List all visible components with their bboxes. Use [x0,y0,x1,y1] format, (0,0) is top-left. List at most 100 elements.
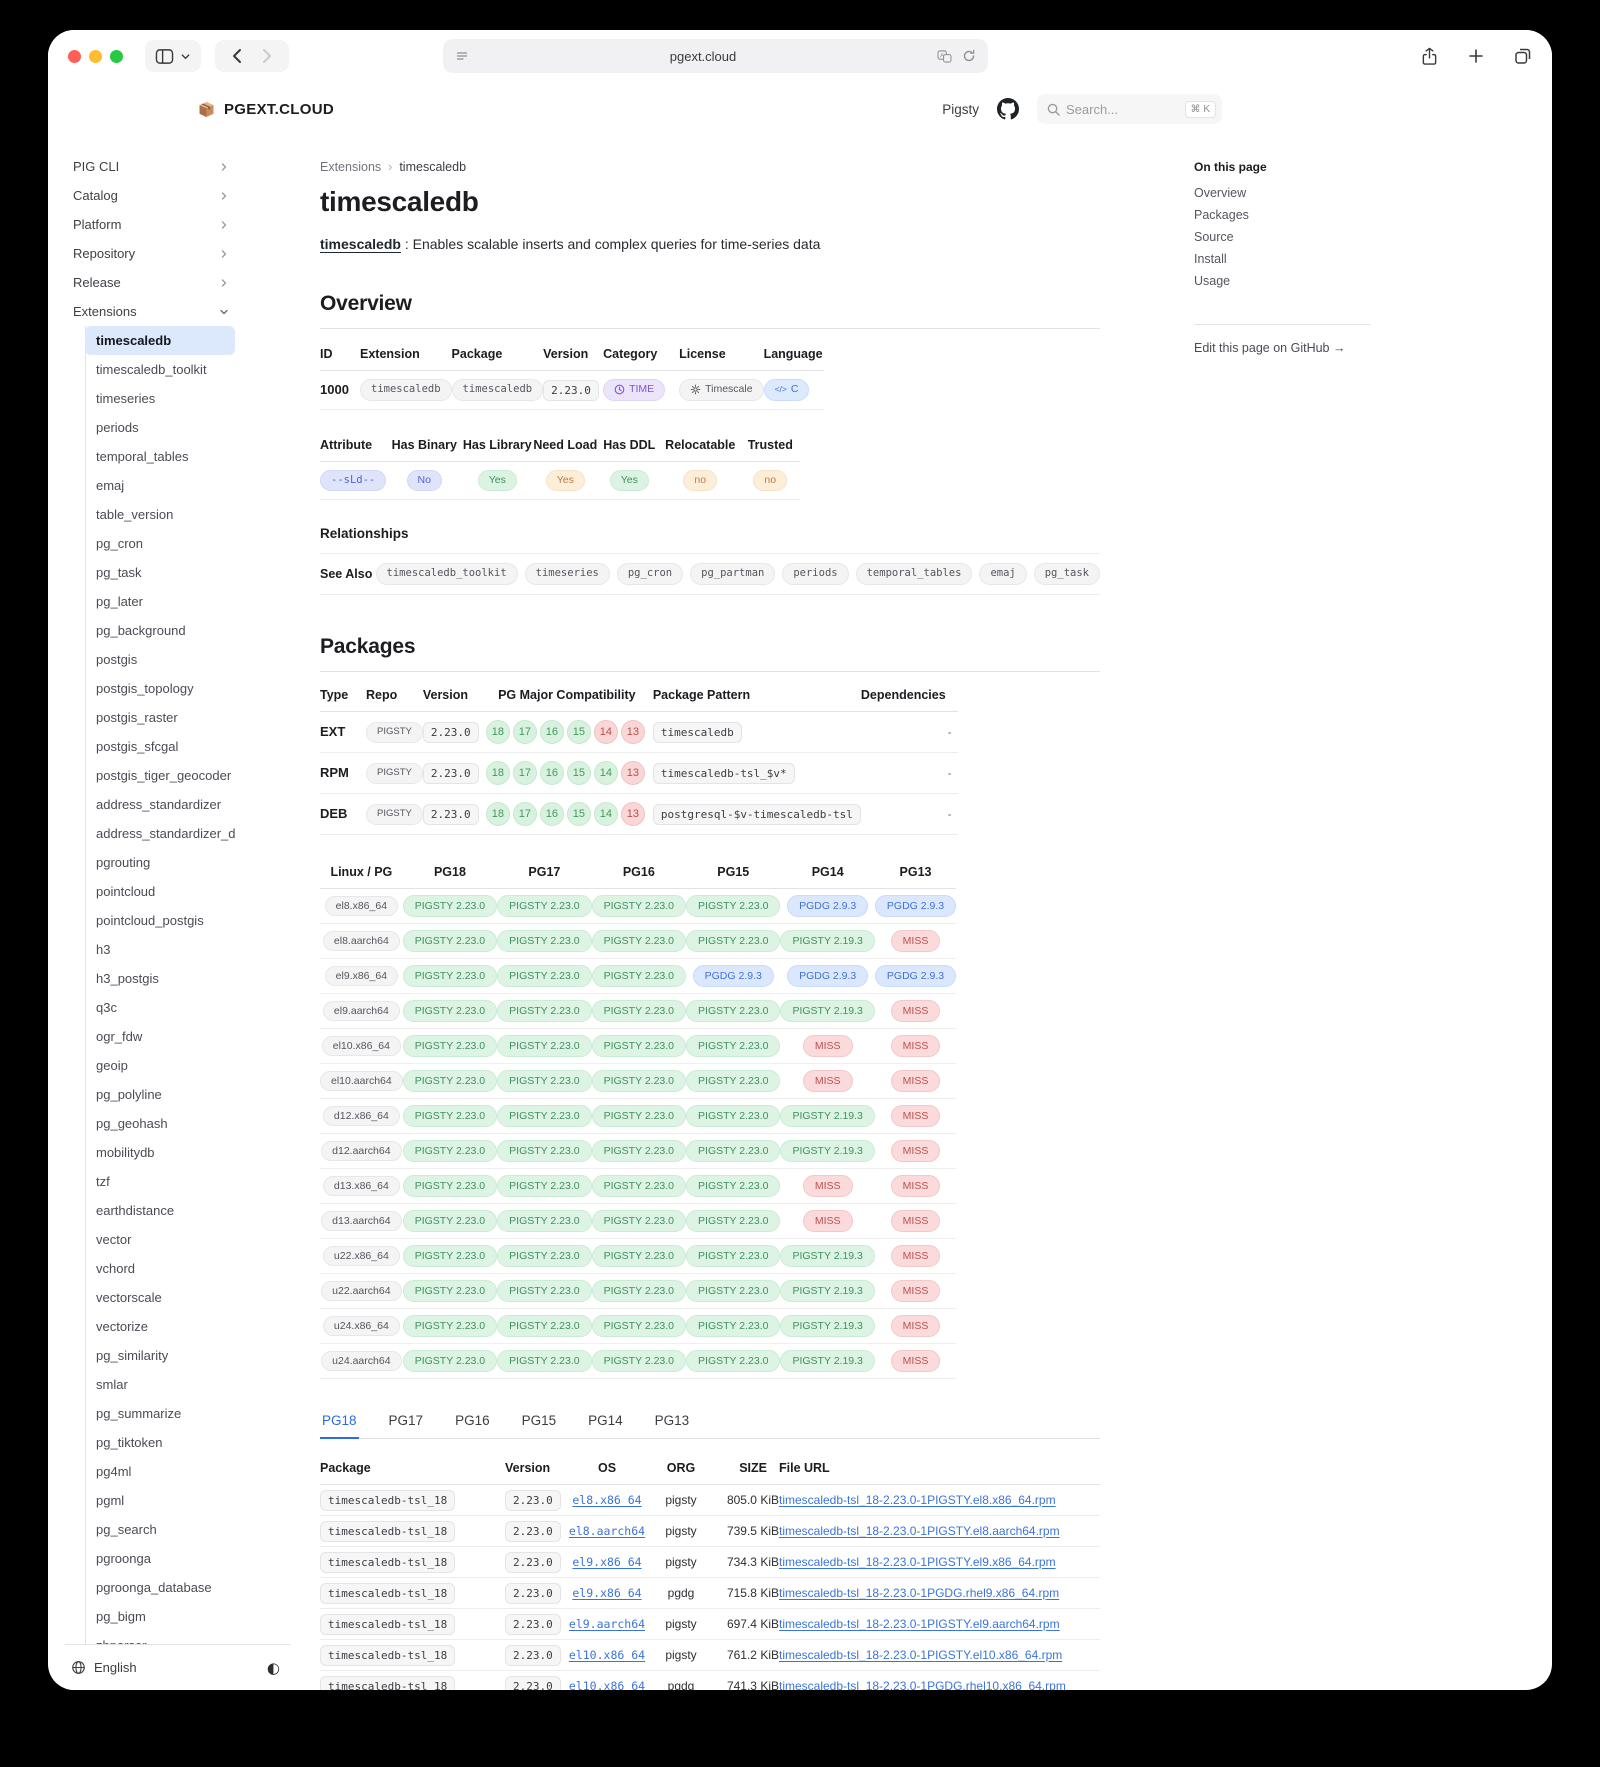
reload-icon[interactable] [962,49,976,63]
sidebar-item-pgroonga-database[interactable]: pgroonga_database [86,1573,236,1602]
sidebar-item-timeseries[interactable]: timeseries [86,384,236,413]
sidebar-item-timescaledb-toolkit[interactable]: timescaledb_toolkit [86,355,236,384]
see-also-tag-timeseries[interactable]: timeseries [524,563,610,585]
tab-pg18[interactable]: PG18 [320,1407,359,1439]
reader-icon[interactable] [455,49,469,63]
category-badge[interactable]: TIME [603,379,666,401]
tab-pg15[interactable]: PG15 [520,1407,559,1438]
sidebar-item-pg-geohash[interactable]: pg_geohash [86,1109,236,1138]
tab-pg16[interactable]: PG16 [453,1407,492,1438]
toc-item-install[interactable]: Install [1194,248,1370,270]
file-url-link[interactable]: timescaledb-tsl_18-2.23.0-1PIGSTY.el9.aa… [779,1617,1060,1631]
file-os-link[interactable]: el9.x86_64 [572,1586,641,1600]
see-also-tag-emaj[interactable]: emaj [979,563,1027,585]
minimize-window-button[interactable] [89,49,102,63]
sidebar-group-extensions[interactable]: Extensions [65,297,235,326]
sidebar-item-pgrouting[interactable]: pgrouting [86,848,236,877]
sidebar-item-vector[interactable]: vector [86,1225,236,1254]
sidebar-item-pg4ml[interactable]: pg4ml [86,1457,236,1486]
file-url-link[interactable]: timescaledb-tsl_18-2.23.0-1PIGSTY.el10.x… [779,1648,1062,1662]
sidebar-item-pg-background[interactable]: pg_background [86,616,236,645]
sidebar-item-pointcloud[interactable]: pointcloud [86,877,236,906]
sidebar-toggle-icon[interactable] [155,48,174,65]
file-os-link[interactable]: el9.x86_64 [572,1555,641,1569]
file-os-link[interactable]: el10.x86_64 [569,1679,645,1690]
sidebar-item-vchord[interactable]: vchord [86,1254,236,1283]
sidebar-item-pg-similarity[interactable]: pg_similarity [86,1341,236,1370]
sidebar-item-pg-search[interactable]: pg_search [86,1515,236,1544]
file-os-link[interactable]: el9.aarch64 [569,1617,645,1631]
forward-button[interactable] [255,48,279,64]
sidebar-item-postgis-topology[interactable]: postgis_topology [86,674,236,703]
tab-pg13[interactable]: PG13 [653,1407,692,1438]
sidebar-item-pointcloud-postgis[interactable]: pointcloud_postgis [86,906,236,935]
sidebar-item-periods[interactable]: periods [86,413,236,442]
sidebar-item-postgis-raster[interactable]: postgis_raster [86,703,236,732]
chevron-down-icon[interactable] [180,51,191,62]
sidebar-item-earthdistance[interactable]: earthdistance [86,1196,236,1225]
search-input[interactable]: Search... ⌘ K [1037,94,1222,124]
file-url-link[interactable]: timescaledb-tsl_18-2.23.0-1PIGSTY.el8.aa… [779,1524,1060,1538]
sidebar-item-postgis-tiger-geocoder[interactable]: postgis_tiger_geocoder [86,761,236,790]
sidebar-item-ogr-fdw[interactable]: ogr_fdw [86,1022,236,1051]
sidebar-group-pig-cli[interactable]: PIG CLI [65,152,235,181]
close-window-button[interactable] [68,49,81,63]
sidebar-item-temporal-tables[interactable]: temporal_tables [86,442,236,471]
sidebar-item-pg-summarize[interactable]: pg_summarize [86,1399,236,1428]
see-also-tag-timescaledb-toolkit[interactable]: timescaledb_toolkit [375,563,518,585]
sidebar-item-address-standardizer-data-us[interactable]: address_standardizer_data_us [86,819,236,848]
sidebar-item-q3c[interactable]: q3c [86,993,236,1022]
see-also-tag-pg-partman[interactable]: pg_partman [690,563,776,585]
sidebar-item-timescaledb[interactable]: timescaledb [85,326,235,355]
language-selector[interactable]: English [94,1660,137,1675]
share-icon[interactable] [1421,47,1438,66]
sidebar-item-mobilitydb[interactable]: mobilitydb [86,1138,236,1167]
theme-toggle-icon[interactable]: ◐ [267,1659,280,1677]
sidebar-item-vectorscale[interactable]: vectorscale [86,1283,236,1312]
file-url-link[interactable]: timescaledb-tsl_18-2.23.0-1PIGSTY.el9.x8… [779,1555,1056,1569]
pigsty-link[interactable]: Pigsty [942,102,979,117]
tab-pg17[interactable]: PG17 [387,1407,426,1438]
sidebar-item-postgis[interactable]: postgis [86,645,236,674]
file-url-link[interactable]: timescaledb-tsl_18-2.23.0-1PGDG.rhel9.x8… [779,1586,1059,1600]
see-also-tag-pg-cron[interactable]: pg_cron [616,563,684,585]
new-tab-icon[interactable] [1468,48,1484,64]
toc-item-source[interactable]: Source [1194,226,1370,248]
tab-pg14[interactable]: PG14 [586,1407,625,1438]
sidebar-item-pg-bigm[interactable]: pg_bigm [86,1602,236,1631]
file-url-link[interactable]: timescaledb-tsl_18-2.23.0-1PGDG.rhel10.x… [779,1679,1066,1690]
sidebar-item-zhparser[interactable]: zhparser [86,1631,236,1644]
toc-item-overview[interactable]: Overview [1194,182,1370,204]
toc-item-usage[interactable]: Usage [1194,270,1370,292]
sidebar-item-pgml[interactable]: pgml [86,1486,236,1515]
extension-link[interactable]: timescaledb [320,236,401,252]
translate-icon[interactable]: A [937,49,952,63]
sidebar-item-geoip[interactable]: geoip [86,1051,236,1080]
see-also-tag-periods[interactable]: periods [782,563,849,585]
sidebar-item-pgroonga[interactable]: pgroonga [86,1544,236,1573]
sidebar-item-pg-tiktoken[interactable]: pg_tiktoken [86,1428,236,1457]
back-button[interactable] [225,48,249,64]
edit-page-link[interactable]: Edit this page on GitHub → [1194,341,1370,355]
sidebar-group-platform[interactable]: Platform [65,210,235,239]
file-os-link[interactable]: el8.x86_64 [572,1493,641,1507]
zoom-window-button[interactable] [110,49,123,63]
tab-overview-icon[interactable] [1514,47,1532,65]
sidebar-item-h3-postgis[interactable]: h3_postgis [86,964,236,993]
sidebar-item-tzf[interactable]: tzf [86,1167,236,1196]
file-os-link[interactable]: el8.aarch64 [569,1524,645,1538]
sidebar-item-pg-cron[interactable]: pg_cron [86,529,236,558]
sidebar-item-table-version[interactable]: table_version [86,500,236,529]
sidebar-item-pg-later[interactable]: pg_later [86,587,236,616]
sidebar-group-repository[interactable]: Repository [65,239,235,268]
sidebar-group-catalog[interactable]: Catalog [65,181,235,210]
sidebar-group-release[interactable]: Release [65,268,235,297]
sidebar-item-pg-task[interactable]: pg_task [86,558,236,587]
sidebar-item-pg-polyline[interactable]: pg_polyline [86,1080,236,1109]
see-also-tag-pg-task[interactable]: pg_task [1033,563,1100,585]
sidebar-item-address-standardizer[interactable]: address_standardizer [86,790,236,819]
license-badge[interactable]: Timescale [679,379,764,401]
breadcrumb-current[interactable]: timescaledb [399,160,466,174]
sidebar-item-vectorize[interactable]: vectorize [86,1312,236,1341]
sidebar-item-smlar[interactable]: smlar [86,1370,236,1399]
